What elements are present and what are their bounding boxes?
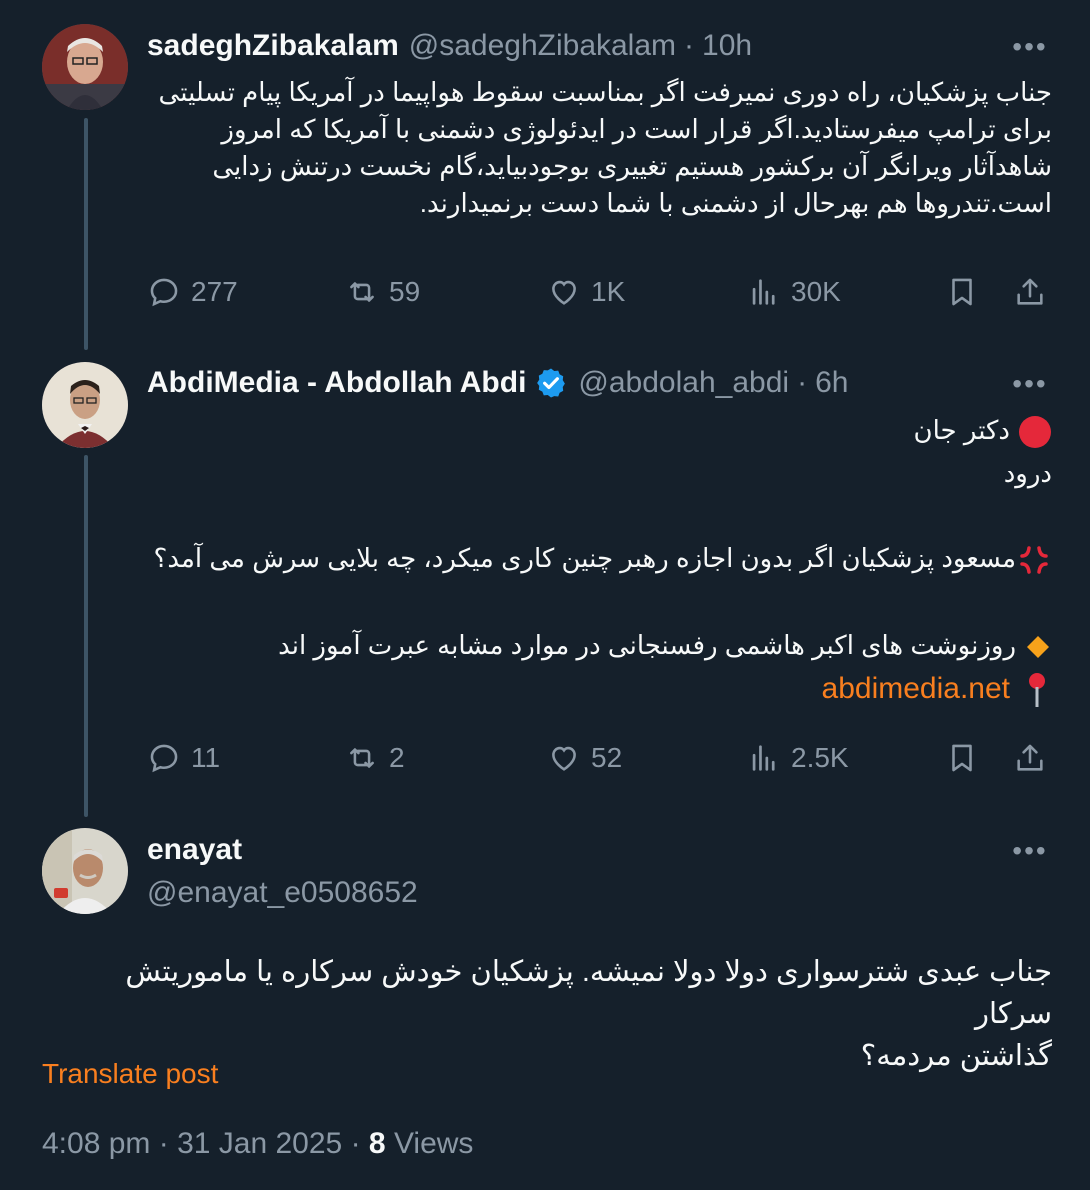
separator-dot: · <box>158 1127 178 1160</box>
separator-dot: · <box>797 366 808 399</box>
tweet-text-note: روزنوشت های اکبر هاشمی رفسنجانی در موارد… <box>278 630 1016 660</box>
views-button[interactable]: 30K <box>747 275 945 309</box>
tweet-text-line: جناب پزشکیان، راه دوری نمیرفت اگر بمناسب… <box>158 77 1052 107</box>
tweet-text-line: درود <box>1003 458 1052 488</box>
thread-line <box>84 455 88 817</box>
like-count: 1K <box>591 276 626 307</box>
post-time[interactable]: 4:08 pm <box>42 1127 150 1160</box>
repost-icon <box>350 748 374 768</box>
tweet-text: جناب پزشکیان، راه دوری نمیرفت اگر بمناسب… <box>147 74 1052 222</box>
tweet-text-question: مسعود پزشکیان اگر بدون اجازه رهبر چنین ک… <box>153 543 1016 573</box>
share-icon <box>1017 278 1043 305</box>
bookmark-button[interactable] <box>945 741 1013 775</box>
verified-badge-icon[interactable] <box>534 366 568 400</box>
bookmark-icon <box>952 744 972 772</box>
tweet-header: sadeghZibakalam @sadeghZibakalam · 10h <box>147 26 1050 66</box>
avatar[interactable] <box>42 362 128 448</box>
separator-dot: · <box>684 29 695 62</box>
tweet-text-line: مسعود پزشکیان اگر بدون اجازه رهبر چنین ک… <box>147 540 1052 578</box>
reply-icon <box>150 744 178 773</box>
separator-dot: · <box>350 1127 369 1160</box>
share-button[interactable] <box>1013 275 1047 309</box>
views-label: Views <box>393 1127 474 1160</box>
avatar[interactable] <box>42 24 128 110</box>
anger-symbol-icon <box>1020 546 1048 574</box>
action-bar: 277 59 1K 30K <box>147 270 1052 314</box>
bookmark-button[interactable] <box>945 275 1013 309</box>
timestamp[interactable]: 10h <box>702 29 752 63</box>
avatar-photo <box>42 362 128 448</box>
heart-icon <box>552 280 576 305</box>
reply-count: 11 <box>191 742 221 773</box>
tweet-text-greeting: دکتر جان <box>913 415 1010 445</box>
translate-post-link[interactable]: Translate post <box>42 1058 218 1090</box>
reply-button[interactable]: 11 <box>147 741 345 775</box>
tweet-handle-row: @enayat_e0508652 <box>147 873 1050 913</box>
views-chart-icon <box>752 279 775 305</box>
red-circle-icon <box>1019 416 1051 449</box>
bookmark-icon <box>952 278 972 306</box>
repost-button[interactable]: 2 <box>345 741 547 775</box>
post-date[interactable]: 31 Jan 2025 <box>177 1127 342 1160</box>
views-number: 8 <box>368 1127 386 1160</box>
like-button[interactable]: 1K <box>547 275 747 309</box>
tweet-header: enayat <box>147 830 1050 870</box>
reply-count: 277 <box>191 276 238 307</box>
post-meta: 4:08 pm · 31 Jan 2025 · 8 Views <box>42 1127 473 1161</box>
tweet-text-line: روزنوشت های اکبر هاشمی رفسنجانی در موارد… <box>147 627 1052 664</box>
tweet-header: AbdiMedia - Abdollah Abdi @abdolah_abdi … <box>147 363 1050 403</box>
user-handle[interactable]: @enayat_e0508652 <box>147 876 418 910</box>
thread-line <box>84 118 88 350</box>
repost-count: 2 <box>389 742 405 773</box>
more-options-icon[interactable]: ••• <box>1010 835 1050 866</box>
views-count: 30K <box>791 276 841 307</box>
like-count: 52 <box>591 742 623 773</box>
tweet-text-line: است.تندروها هم بهرحال از دشمنی با شما دس… <box>419 188 1052 218</box>
display-name[interactable]: enayat <box>147 833 242 867</box>
tweet-text-line: شاهدآثار ویرانگر آن برکشور هستیم تغییری … <box>212 151 1052 181</box>
repost-button[interactable]: 59 <box>345 275 547 309</box>
views-button[interactable]: 2.5K <box>747 741 945 775</box>
repost-count: 59 <box>389 276 421 307</box>
views-count: 2.5K <box>791 742 849 773</box>
avatar-photo <box>42 24 128 110</box>
link-abdimedia[interactable]: abdimedia.net <box>822 672 1010 705</box>
tweet-text-line: جناب عبدی شترسواری دولا دولا نمیشه. پزشک… <box>125 956 1052 1030</box>
reply-button[interactable]: 277 <box>147 275 345 309</box>
tweet-text-line: برای ترامپ میفرستادید.اگر قرار است در ای… <box>221 114 1052 144</box>
tweet-link-line: abdimedia.net <box>147 670 1052 709</box>
timestamp[interactable]: 6h <box>815 366 848 400</box>
reply-icon <box>150 278 178 307</box>
views-chart-icon <box>752 745 775 771</box>
heart-icon <box>552 746 576 771</box>
user-handle[interactable]: @sadeghZibakalam <box>409 29 676 63</box>
tweet-text-line: دکتر جان <box>147 412 1052 449</box>
repost-icon <box>350 282 374 302</box>
orange-diamond-icon <box>1027 636 1049 659</box>
share-button[interactable] <box>1013 741 1047 775</box>
like-button[interactable]: 52 <box>547 741 747 775</box>
more-options-icon[interactable]: ••• <box>1010 368 1050 399</box>
action-bar: 11 2 52 2.5K <box>147 736 1052 780</box>
share-icon <box>1017 744 1043 771</box>
user-handle[interactable]: @abdolah_abdi <box>578 366 789 400</box>
display-name[interactable]: sadeghZibakalam <box>147 29 399 63</box>
avatar[interactable] <box>42 828 128 914</box>
more-options-icon[interactable]: ••• <box>1010 31 1050 62</box>
pin-icon <box>1029 673 1045 708</box>
display-name[interactable]: AbdiMedia - Abdollah Abdi <box>147 366 526 400</box>
avatar-photo <box>42 828 128 914</box>
